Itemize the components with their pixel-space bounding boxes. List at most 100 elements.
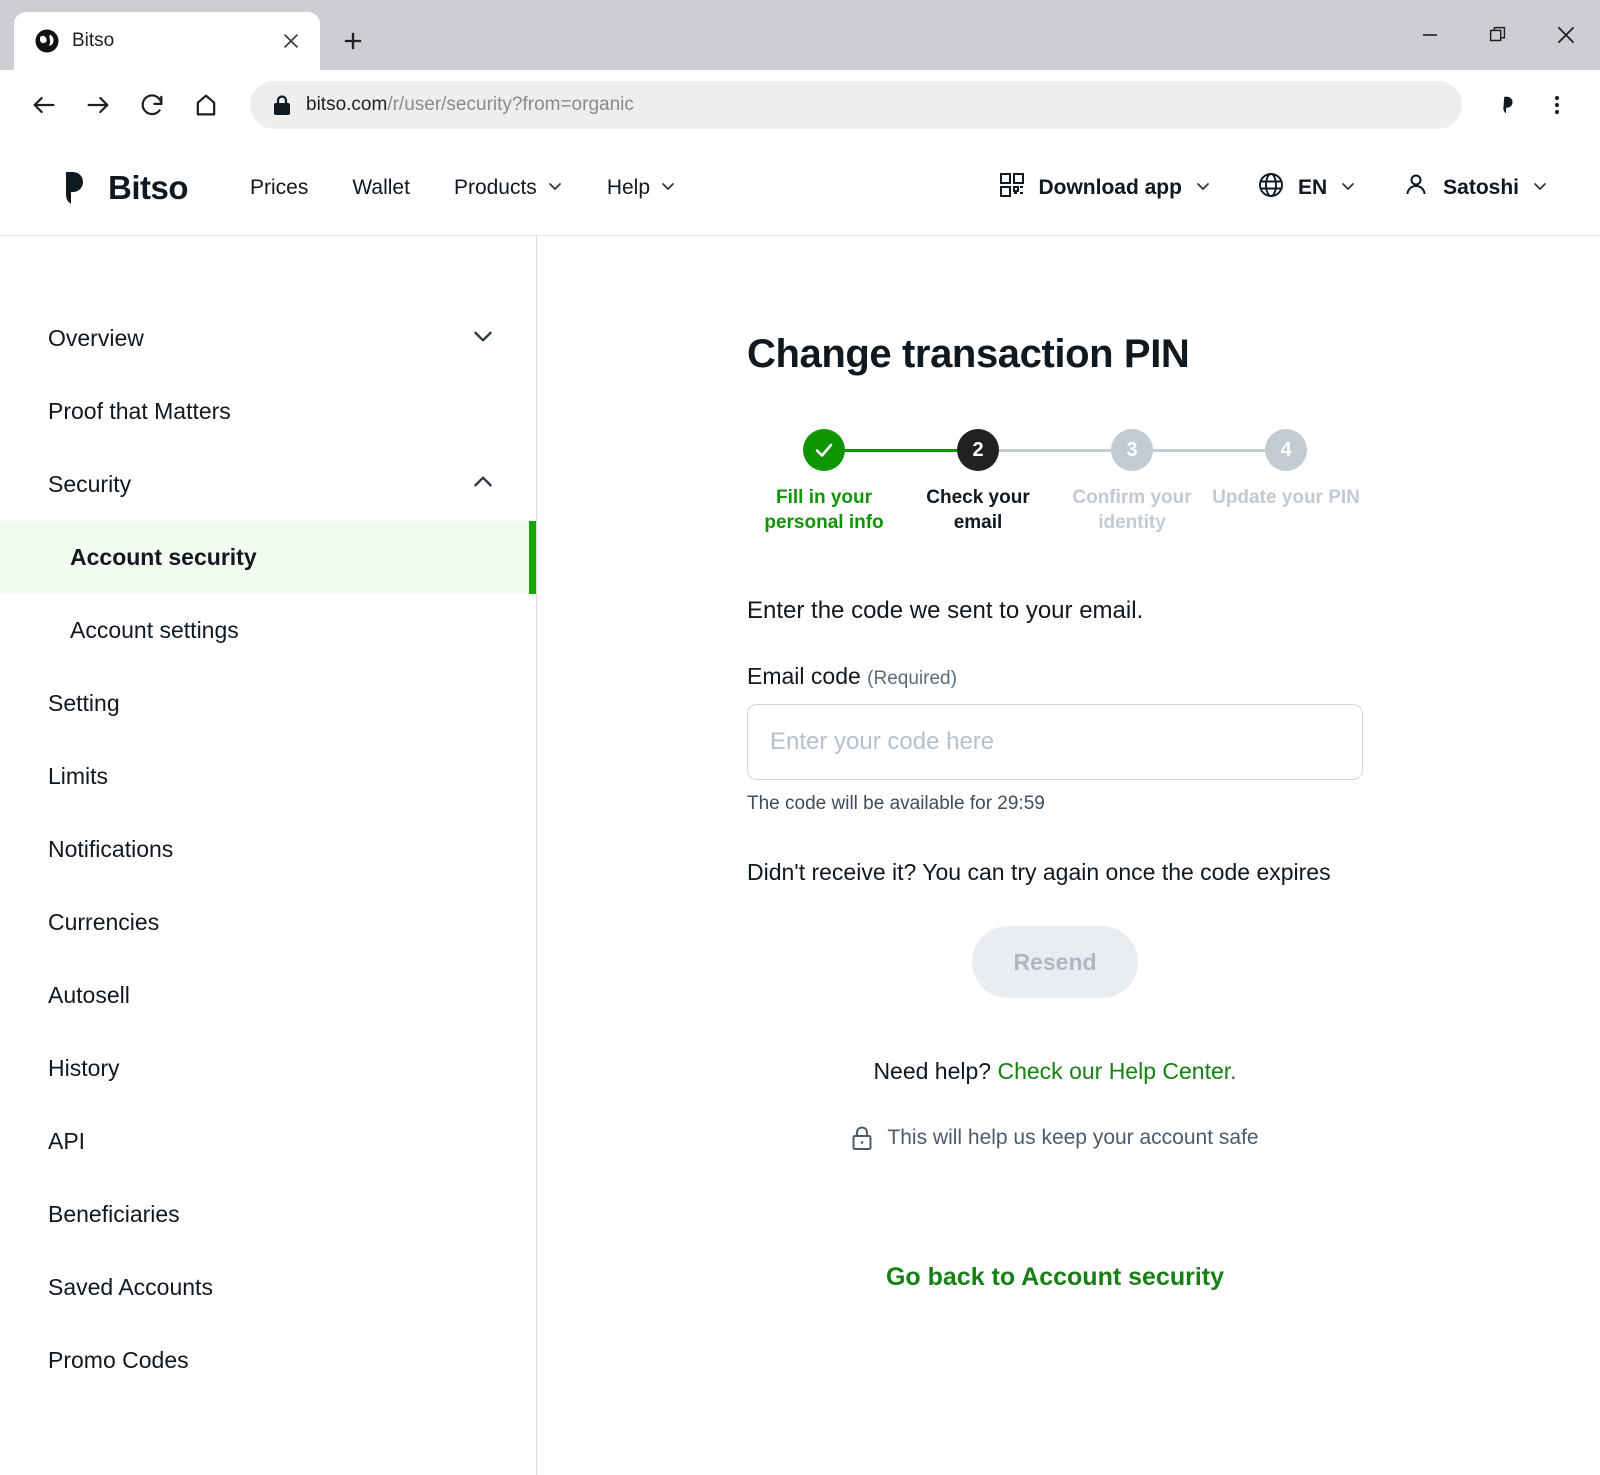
- nav-item-label: Products: [453, 175, 537, 199]
- nav-item-wallet[interactable]: Wallet: [352, 176, 410, 200]
- resend-button[interactable]: Resend: [972, 926, 1138, 999]
- need-help-prefix: Need help?: [873, 1058, 998, 1085]
- account-menu[interactable]: Satoshi: [1402, 171, 1548, 205]
- sidebar-item-saved-accounts[interactable]: Saved Accounts: [0, 1251, 536, 1324]
- sidebar-item-security[interactable]: Security: [0, 448, 536, 521]
- reload-icon[interactable]: [128, 81, 176, 129]
- sidebar-item-label: API: [48, 1128, 86, 1154]
- sidebar-item-label: Security: [48, 471, 132, 497]
- sidebar-item-api[interactable]: API: [0, 1105, 536, 1178]
- go-back-link[interactable]: Go back to Account security: [747, 1263, 1363, 1292]
- nav-item-label: Help: [606, 175, 651, 199]
- bitso-extension-icon[interactable]: [1484, 82, 1530, 128]
- globe-icon: [1257, 171, 1285, 205]
- need-help-text: Need help? Check our Help Center.: [747, 1058, 1363, 1085]
- step-marker: 3: [1126, 438, 1138, 461]
- url-domain: bitso.com: [306, 94, 388, 115]
- sidebar-item-account-settings[interactable]: Account settings: [0, 594, 536, 667]
- language-label: EN: [1297, 175, 1328, 199]
- sidebar-item-label: Account security: [70, 544, 257, 570]
- sidebar-item-notifications[interactable]: Notifications: [0, 813, 536, 886]
- sidebar-item-label: Promo Codes: [48, 1347, 189, 1373]
- account-name: Satoshi: [1443, 175, 1519, 199]
- url-path: /r/user/security?from=organic: [387, 94, 634, 115]
- sidebar-item-proof-that-matters[interactable]: Proof that Matters: [0, 375, 536, 448]
- sidebar-item-label: Setting: [48, 690, 120, 716]
- sidebar-item-currencies[interactable]: Currencies: [0, 886, 536, 959]
- restore-icon[interactable]: [1464, 0, 1532, 70]
- home-icon[interactable]: [182, 81, 230, 129]
- step-connector: [978, 449, 1132, 452]
- globe-icon: [34, 28, 60, 54]
- retry-text: Didn't receive it? You can try again onc…: [747, 859, 1331, 886]
- padlock-icon: [851, 1125, 873, 1151]
- sidebar-item-limits[interactable]: Limits: [0, 740, 536, 813]
- chevron-down-icon: [470, 323, 496, 355]
- safety-note: This will help us keep your account safe: [747, 1125, 1363, 1151]
- language-selector[interactable]: EN: [1257, 171, 1356, 205]
- sidebar-item-label: Notifications: [48, 836, 174, 862]
- step-label: Check your email: [926, 487, 1030, 534]
- sidebar-item-account-security[interactable]: Account security: [0, 521, 536, 594]
- sidebar-item-label: Overview: [48, 325, 144, 351]
- nav-item-products[interactable]: Products: [454, 176, 563, 200]
- step-1: Fill in your personal info: [747, 429, 978, 535]
- sidebar-item-label: History: [48, 1055, 120, 1081]
- sidebar-item-label: Proof that Matters: [48, 398, 231, 424]
- close-icon[interactable]: [278, 28, 304, 54]
- bitso-logo[interactable]: Bitso: [62, 168, 189, 207]
- settings-sidebar: Overview Proof that Matters Security Accoun…: [0, 236, 537, 1475]
- safety-note-text: This will help us keep your account safe: [887, 1126, 1259, 1150]
- step-number-3: 3: [1111, 429, 1153, 471]
- main-content: Change transaction PIN Fill in your pers…: [537, 236, 1600, 1475]
- arrow-right-icon[interactable]: [74, 81, 122, 129]
- brand-name: Bitso: [108, 168, 189, 206]
- arrow-left-icon[interactable]: [20, 81, 68, 129]
- instruction-text: Enter the code we sent to your email.: [747, 597, 1144, 625]
- step-number-2: 2: [957, 429, 999, 471]
- nav-item-help[interactable]: Help: [607, 176, 676, 200]
- web-page: Bitso Prices Wallet Products Help Downlo…: [0, 140, 1600, 1475]
- minimize-icon[interactable]: [1396, 0, 1464, 70]
- sidebar-item-autosell[interactable]: Autosell: [0, 959, 536, 1032]
- three-dot-menu-icon[interactable]: [1534, 82, 1580, 128]
- sidebar-item-promo-codes[interactable]: Promo Codes: [0, 1324, 536, 1397]
- download-app-label: Download app: [1038, 175, 1182, 199]
- browser-tab[interactable]: Bitso: [14, 12, 320, 70]
- step-label: Fill in your personal info: [764, 487, 884, 534]
- new-tab-button[interactable]: [330, 18, 376, 64]
- step-marker: 2: [972, 438, 984, 461]
- site-navbar: Bitso Prices Wallet Products Help Downlo…: [0, 140, 1600, 236]
- step-marker: 4: [1280, 438, 1292, 461]
- step-number-4: 4: [1265, 429, 1307, 471]
- padlock-icon: [272, 94, 292, 116]
- nav-item-prices[interactable]: Prices: [250, 176, 308, 200]
- sidebar-item-label: Currencies: [48, 909, 160, 935]
- sidebar-item-history[interactable]: History: [0, 1032, 536, 1105]
- step-label: Confirm your identity: [1072, 487, 1192, 534]
- user-icon: [1402, 171, 1430, 205]
- code-timer-hint: The code will be available for 29:59: [747, 793, 1045, 815]
- chevron-down-icon: [1340, 176, 1356, 200]
- address-bar[interactable]: bitso.com/r/user/security?from=organic: [250, 81, 1462, 129]
- window-controls: [1396, 0, 1600, 70]
- browser-window: Bitso bitso.com/r/user/security?from=org…: [0, 0, 1600, 1475]
- step-4: 4 Update your PIN: [1209, 429, 1363, 535]
- download-app-button[interactable]: Download app: [999, 172, 1211, 204]
- step-2: 2 Check your email: [901, 429, 1132, 535]
- sidebar-item-label: Beneficiaries: [48, 1201, 180, 1227]
- address-bar-url: bitso.com/r/user/security?from=organic: [306, 94, 634, 116]
- sidebar-item-setting[interactable]: Setting: [0, 667, 536, 740]
- help-center-link[interactable]: Check our Help Center.: [997, 1058, 1236, 1084]
- close-icon[interactable]: [1532, 0, 1600, 70]
- sidebar-item-overview[interactable]: Overview: [0, 302, 536, 375]
- sidebar-item-beneficiaries[interactable]: Beneficiaries: [0, 1178, 536, 1251]
- email-code-label: Email code (Required): [747, 663, 1363, 690]
- step-connector: [824, 449, 978, 452]
- bitso-logo-icon: [62, 170, 96, 206]
- nav-item-label: Prices: [250, 175, 309, 199]
- sidebar-item-label: Autosell: [48, 982, 130, 1008]
- email-code-input[interactable]: [747, 704, 1363, 781]
- step-label: Update your PIN: [1212, 487, 1360, 508]
- qr-code-icon: [999, 172, 1025, 204]
